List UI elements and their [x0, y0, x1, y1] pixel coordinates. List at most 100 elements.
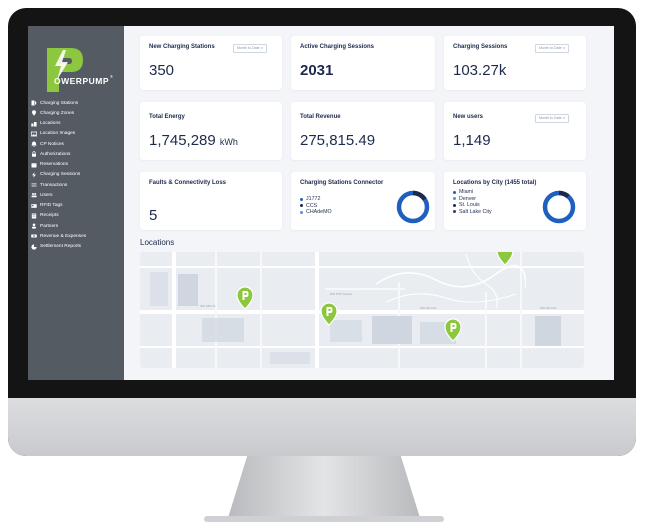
monitor-stand-base: [204, 516, 444, 522]
sidebar-item-label: Revenue & Expenses: [40, 233, 87, 239]
sidebar-item-label: Settlement Reports: [40, 244, 82, 250]
brand-logo: [47, 48, 83, 92]
sidebar-item-label: CP Notices: [40, 141, 64, 147]
partner-icon: [31, 223, 37, 229]
sidebar-item-charging-stations[interactable]: Charging Stations: [31, 98, 123, 108]
legend-dot: [453, 190, 456, 194]
map-label: NW 18th St: [200, 304, 216, 308]
lock-icon: [31, 151, 37, 158]
sidebar-item-users[interactable]: Users: [31, 190, 123, 200]
legend-label: Denver: [459, 195, 477, 202]
energy-value: 1,745,289: [149, 132, 216, 149]
map-road: [315, 252, 319, 368]
sidebar-item-charging-sessions[interactable]: Charging Sessions: [31, 170, 123, 180]
sidebar-item-reservations[interactable]: Reservations: [31, 160, 123, 170]
map-pin-icon[interactable]: [496, 252, 514, 266]
map-pin-icon[interactable]: [236, 286, 254, 310]
legend-label: J1772: [306, 196, 321, 203]
map-pin-icon: [31, 110, 37, 117]
card-connectors: Charging Stations Connector J1772 CCS CH…: [291, 172, 435, 230]
map-label: NW 62nd St: [540, 306, 557, 310]
period-dropdown[interactable]: Month to Date ∨: [535, 114, 570, 123]
card-title: New users: [453, 114, 484, 120]
card-active-sessions: Active Charging Sessions 2031: [291, 36, 435, 90]
brand-trademark: ®: [110, 74, 113, 79]
sidebar-item-location-images[interactable]: Location Images: [31, 129, 123, 139]
legend-label: CHAdeMO: [306, 209, 332, 216]
sidebar-item-rfid-tags[interactable]: RFID Tags: [31, 201, 123, 211]
legend-label: CCS: [306, 202, 318, 209]
bolt-icon: [31, 172, 37, 178]
connector-legend: J1772 CCS CHAdeMO: [300, 196, 332, 216]
energy-unit: kWh: [219, 137, 238, 147]
sidebar-item-settlement-reports[interactable]: Settlement Reports: [31, 242, 123, 252]
users-icon: [31, 192, 37, 198]
map-pin-icon[interactable]: [444, 318, 462, 342]
period-dropdown[interactable]: Month to Date ∨: [233, 44, 268, 53]
sidebar-item-label: Location Images: [40, 131, 76, 137]
legend-dot: [300, 204, 303, 208]
card-new-users: New users Month to Date ∨ 1,149: [444, 102, 586, 160]
period-dropdown[interactable]: Month to Date ∨: [535, 44, 570, 53]
sidebar-item-locations[interactable]: Locations: [31, 119, 123, 129]
sidebar-item-label: Partners: [40, 223, 59, 229]
card-icon: [31, 203, 37, 209]
sidebar-item-label: Charging Zones: [40, 110, 75, 116]
charging-station-icon: [31, 100, 37, 106]
legend-item: Salt Lake City: [453, 209, 492, 216]
card-cities: Locations by City (1455 total) Miami Den…: [444, 172, 586, 230]
sidebar-item-label: Users: [40, 192, 53, 198]
card-value: 275,815.49: [300, 132, 376, 149]
locations-map[interactable]: NW 18th St NW 67th Terrace NW 62nd St NW…: [140, 252, 584, 368]
sidebar-item-label: Charging Sessions: [40, 172, 81, 178]
sidebar-item-label: Locations: [40, 121, 61, 127]
sidebar-item-transactions[interactable]: Transactions: [31, 180, 123, 190]
sidebar-item-authorizations[interactable]: Authorizations: [31, 149, 123, 159]
card-value: 1,745,289 kWh: [149, 132, 238, 149]
sidebar-item-label: Authorizations: [40, 151, 71, 157]
sidebar-item-label: Reservations: [40, 162, 68, 168]
sidebar-item-partners[interactable]: Partners: [31, 221, 123, 231]
legend-dot: [453, 203, 456, 207]
card-value: 103.27k: [453, 62, 507, 79]
map-pin-icon[interactable]: [320, 302, 338, 326]
card-title: Active Charging Sessions: [300, 44, 375, 50]
map-block: [202, 318, 244, 342]
legend-item: CHAdeMO: [300, 209, 332, 216]
legend-label: St. Louis: [459, 202, 480, 209]
map-label: NW 62nd St: [420, 306, 437, 310]
legend-label: Miami: [459, 189, 474, 196]
sidebar-item-revenue-expenses[interactable]: Revenue & Expenses: [31, 231, 123, 241]
legend-dot: [300, 210, 303, 214]
map-road: [260, 252, 262, 368]
card-title: Locations by City (1455 total): [453, 180, 537, 186]
map-block: [535, 316, 561, 346]
sidebar-item-label: Charging Stations: [40, 100, 79, 106]
map-block: [178, 274, 198, 306]
sidebar-item-receipts[interactable]: Receipts: [31, 211, 123, 221]
legend-dot: [300, 197, 303, 201]
map-road: [215, 252, 217, 368]
calendar-icon: [31, 162, 37, 168]
card-value: 1,149: [453, 132, 491, 149]
sidebar-nav: Charging Stations Charging Zones Locatio…: [31, 98, 123, 252]
sidebar: OWERPUMP ® Charging Stations Charging Zo…: [28, 26, 124, 380]
card-title: New Charging Stations: [149, 44, 215, 50]
card-total-energy: Total Energy 1,745,289 kWh: [140, 102, 282, 160]
map-road: [140, 346, 584, 348]
city-legend: Miami Denver St. Louis Salt Lake City: [453, 189, 492, 215]
card-title: Faults & Connectivity Loss: [149, 180, 227, 186]
map-road: [172, 252, 176, 368]
card-faults: Faults & Connectivity Loss 5: [140, 172, 282, 230]
sidebar-item-cp-notices[interactable]: CP Notices: [31, 139, 123, 149]
card-title: Charging Stations Connector: [300, 180, 384, 186]
sidebar-item-charging-zones[interactable]: Charging Zones: [31, 108, 123, 118]
transactions-icon: [31, 182, 37, 188]
bell-icon: [31, 141, 37, 147]
sidebar-item-label: Receipts: [40, 213, 59, 219]
sidebar-item-label: Transactions: [40, 182, 68, 188]
card-new-charging-stations: New Charging Stations Month to Date ∨ 35…: [140, 36, 282, 90]
connector-donut-chart: [396, 190, 430, 224]
map-block: [150, 272, 168, 306]
image-icon: [31, 131, 37, 137]
